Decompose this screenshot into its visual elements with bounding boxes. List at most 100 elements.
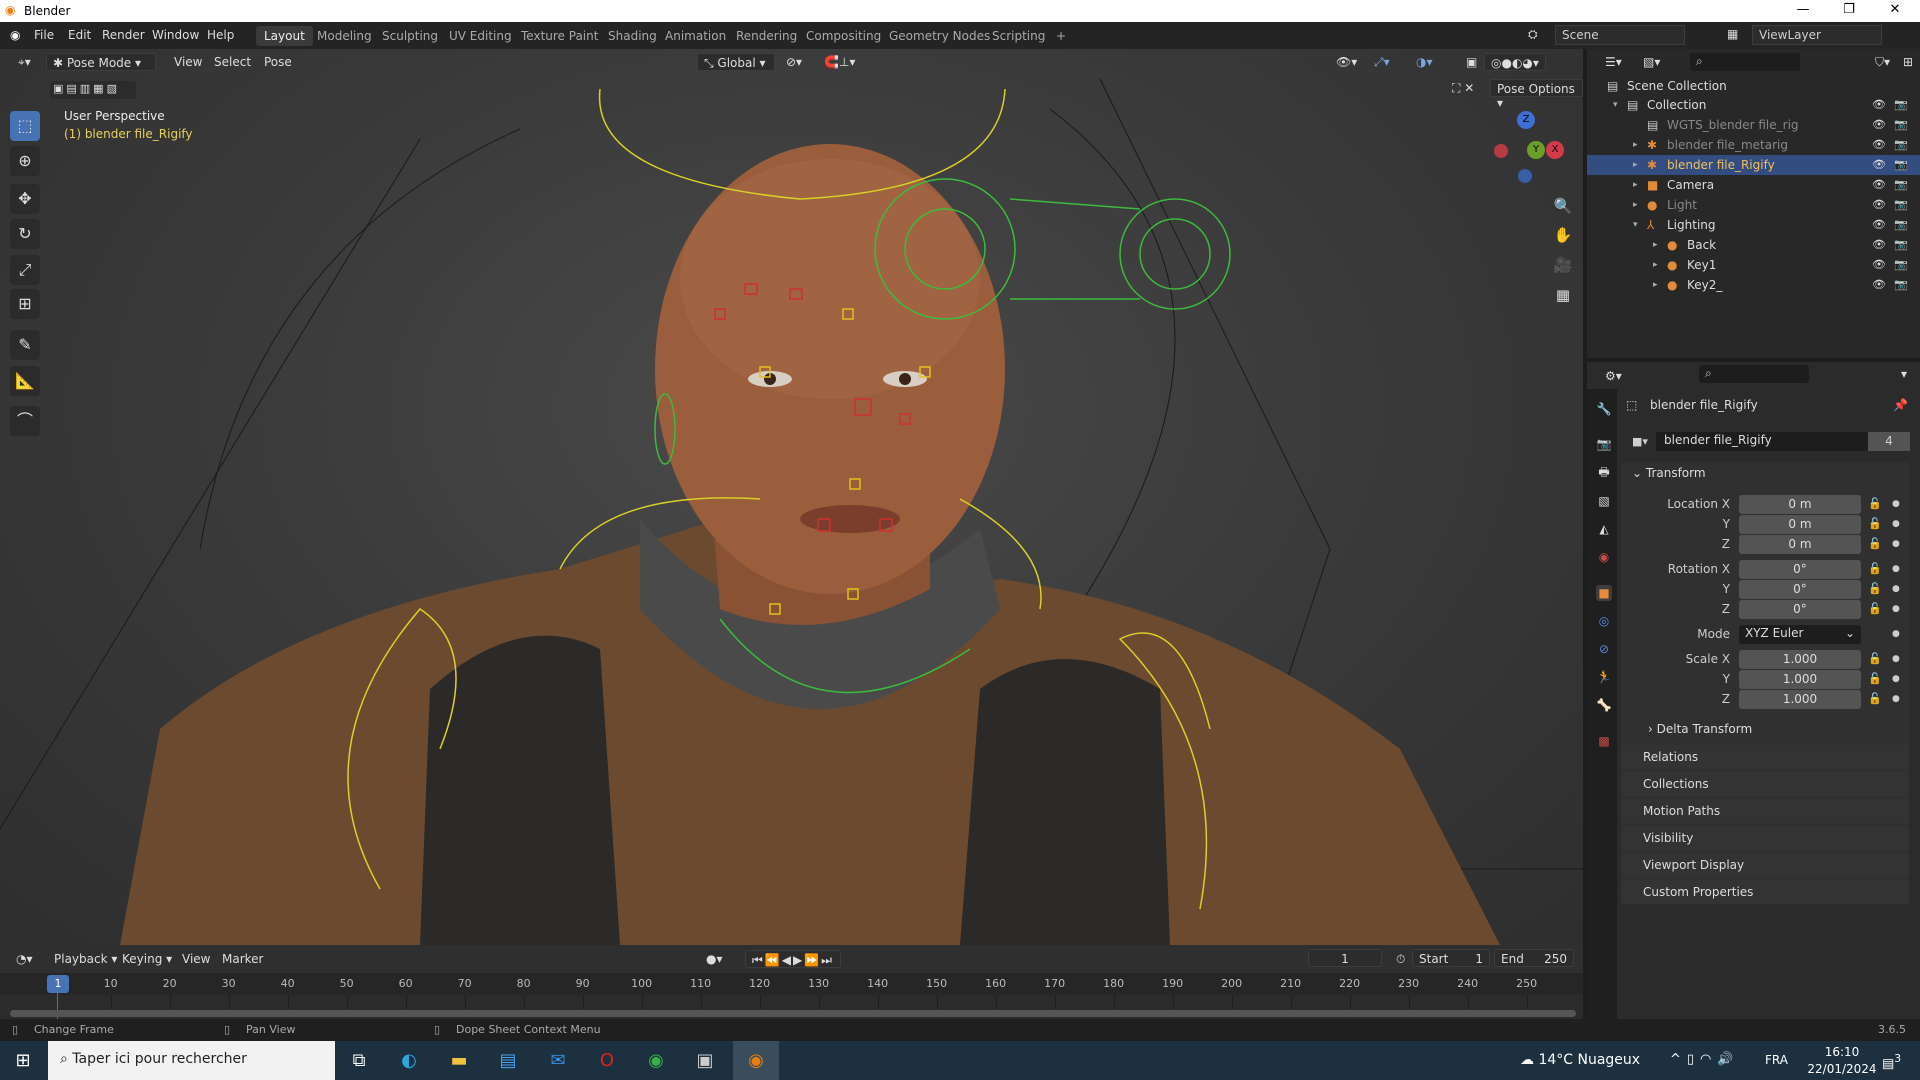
location-z-field[interactable]: 0 m (1739, 535, 1861, 554)
scene-selector[interactable]: Scene (1555, 25, 1685, 45)
custom-properties-panel[interactable]: Custom Properties (1621, 880, 1909, 904)
tab-layout[interactable]: Layout (256, 26, 313, 46)
render-camera-icon[interactable]: 📷 (1894, 95, 1908, 115)
timeline-view-menu[interactable]: View (176, 950, 216, 968)
rotation-y-field[interactable]: 0° (1739, 580, 1861, 599)
transform-header[interactable]: ⌄ Transform (1632, 466, 1706, 480)
outliner-row[interactable]: ▸ ■ Camera 👁 📷 (1587, 175, 1920, 195)
keyframe-dot-icon[interactable]: ● (1892, 539, 1900, 549)
transform-orientation[interactable]: ⤡ Global ▾ (697, 53, 775, 71)
render-camera-icon[interactable]: 📷 (1894, 155, 1908, 175)
lock-icon[interactable]: 🔓 (1868, 582, 1882, 595)
filter-icon[interactable]: ⛉▾ (1869, 53, 1896, 71)
visibility-eye-icon[interactable]: 👁 (1872, 115, 1886, 135)
expand-arrow-icon[interactable]: ▸ (1633, 175, 1638, 195)
ortho-grid-icon[interactable]: ▦ (1550, 282, 1576, 308)
visibility-icon[interactable]: 👁▾ (1330, 53, 1363, 71)
render-camera-icon[interactable]: 📷 (1894, 215, 1908, 235)
tab-uv-editing[interactable]: UV Editing (441, 26, 520, 46)
outliner-row[interactable]: ▾ ⅄ Lighting 👁 📷 (1587, 215, 1920, 235)
render-tab-icon[interactable]: 📷 (1596, 436, 1612, 452)
expand-arrow-icon[interactable]: ▾ (1613, 95, 1618, 115)
menu-pose[interactable]: Pose (258, 53, 298, 71)
lock-icon[interactable]: 🔓 (1868, 602, 1882, 615)
tab-geometry-nodes[interactable]: Geometry Nodes (881, 26, 998, 46)
gizmo-neg-x[interactable] (1494, 144, 1508, 158)
gizmo-y-axis[interactable]: Y (1527, 141, 1545, 159)
properties-editor-icon[interactable]: ⚙▾ (1599, 367, 1628, 385)
chrome-icon[interactable]: ◉ (641, 1047, 671, 1075)
playback-controls[interactable]: ⏮⏪◀▶⏩⏭ (745, 950, 841, 968)
timeline-scrollbar[interactable] (10, 1010, 1576, 1017)
render-camera-icon[interactable]: 📷 (1894, 115, 1908, 135)
mail-icon[interactable]: ✉ (543, 1047, 573, 1075)
store-icon[interactable]: ▤ (493, 1047, 523, 1075)
outliner-row[interactable]: ▸ ● Key1 👁 📷 (1587, 255, 1920, 275)
pin-icon[interactable]: 📌 (1893, 398, 1908, 412)
lock-icon[interactable]: 🔓 (1868, 652, 1882, 665)
scale-y-field[interactable]: 1.000 (1739, 670, 1861, 689)
editor-type-icon[interactable]: ⌖▾ (12, 53, 37, 71)
playhead[interactable]: 1 (47, 975, 69, 993)
datablock-name-field[interactable]: blender file_Rigify (1656, 432, 1868, 451)
outliner-row[interactable]: ▤ Scene Collection (1587, 76, 1920, 96)
blender-taskbar-icon[interactable]: ◉ (733, 1041, 779, 1080)
properties-search-input[interactable]: ⌕ (1699, 365, 1809, 383)
outliner-row[interactable]: ▤ WGTS_blender file_rig 👁 📷 (1587, 115, 1920, 135)
expand-arrow-icon[interactable]: ▸ (1633, 155, 1638, 175)
pivot-icon[interactable]: ⊘▾ (780, 53, 808, 71)
visibility-eye-icon[interactable]: 👁 (1872, 275, 1886, 295)
render-camera-icon[interactable]: 📷 (1894, 255, 1908, 275)
render-camera-icon[interactable]: 📷 (1894, 135, 1908, 155)
preview-range-icon[interactable]: ⏱ (1390, 950, 1411, 968)
outliner-row[interactable]: ▸ ● Key2_ 👁 📷 (1587, 275, 1920, 295)
render-camera-icon[interactable]: 📷 (1894, 275, 1908, 295)
mode-selector[interactable]: ✱ Pose Mode ▾ (46, 53, 156, 71)
lock-icon[interactable]: 🔓 (1868, 562, 1882, 575)
rotation-mode-dropdown[interactable]: XYZ Euler ⌄ (1739, 625, 1861, 644)
gizmo-z-axis[interactable]: Z (1517, 111, 1535, 129)
location-x-field[interactable]: 0 m (1739, 495, 1861, 514)
add-workspace-button[interactable]: + (1048, 26, 1074, 46)
tab-animation[interactable]: Animation (657, 26, 734, 46)
new-collection-icon[interactable]: ⊞ (1897, 53, 1919, 71)
task-view-icon[interactable]: ⧉ (344, 1047, 374, 1075)
visibility-eye-icon[interactable]: 👁 (1872, 215, 1886, 235)
delta-transform-subpanel[interactable]: › Delta Transform (1648, 722, 1752, 736)
expand-arrow-icon[interactable]: ▾ (1633, 215, 1638, 235)
move-tool[interactable]: ✥ (10, 184, 40, 214)
clock-date[interactable]: 22/01/2024 (1804, 1062, 1880, 1076)
outliner-row[interactable]: ▸ ✱ blender file_metarig 👁 📷 (1587, 135, 1920, 155)
tab-scripting[interactable]: Scripting (984, 26, 1053, 46)
menu-help[interactable]: Help (207, 28, 234, 42)
keyframe-dot-icon[interactable]: ● (1892, 674, 1900, 684)
relax-tool[interactable]: ⌒ (10, 406, 40, 436)
edge-icon[interactable]: ◐ (394, 1047, 424, 1075)
maximize-button[interactable]: ❐ (1826, 2, 1872, 17)
scale-z-field[interactable]: 1.000 (1739, 690, 1861, 709)
shading-modes[interactable]: ◎●◐◕▾ (1484, 53, 1546, 71)
lock-icon[interactable]: 🔓 (1868, 672, 1882, 685)
menu-window[interactable]: Window (152, 28, 199, 42)
visibility-eye-icon[interactable]: 👁 (1872, 195, 1886, 215)
visibility-panel[interactable]: Visibility (1621, 826, 1909, 850)
scale-x-field[interactable]: 1.000 (1739, 650, 1861, 669)
render-camera-icon[interactable]: 📷 (1894, 175, 1908, 195)
lock-icon[interactable]: 🔓 (1868, 517, 1882, 530)
expand-arrow-icon[interactable]: ▸ (1653, 255, 1658, 275)
outliner-row[interactable]: ▸ ● Back 👁 📷 (1587, 235, 1920, 255)
weather-widget[interactable]: ☁ 14°C Nuageux (1520, 1052, 1640, 1068)
expand-arrow-icon[interactable]: ▸ (1633, 135, 1638, 155)
navigation-gizmo[interactable]: Z Y X (1490, 109, 1570, 189)
end-frame-field[interactable]: End 250 (1494, 949, 1574, 967)
auto-keying-icon[interactable]: ●▾ (700, 950, 729, 968)
keyframe-dot-icon[interactable]: ● (1892, 694, 1900, 704)
tab-texture-paint[interactable]: Texture Paint (513, 26, 606, 46)
user-count[interactable]: 4 (1868, 432, 1910, 451)
select-box-tool[interactable]: ⬚ (10, 111, 40, 141)
tab-modeling[interactable]: Modeling (309, 26, 380, 46)
close-button[interactable]: ✕ (1872, 2, 1918, 17)
app-icon[interactable]: ▣ (690, 1047, 720, 1075)
measure-tool[interactable]: 📐 (10, 366, 40, 396)
menu-render[interactable]: Render (102, 28, 145, 42)
